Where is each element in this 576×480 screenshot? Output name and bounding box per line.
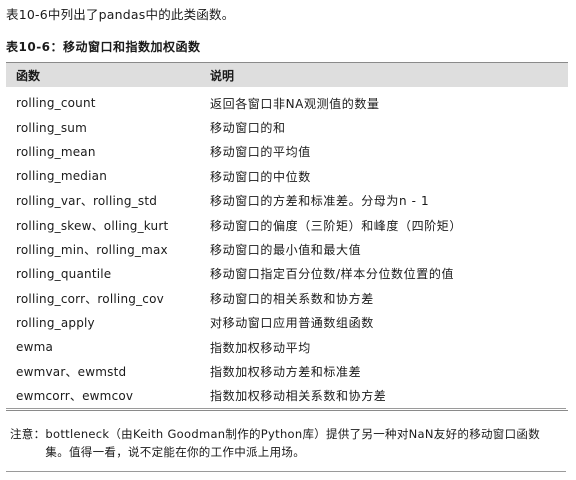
function-name-cell: ewmvar、ewmstd: [16, 364, 127, 379]
description-cell: 指数加权移动相关系数和协方差: [210, 389, 387, 404]
description-cell: 移动窗口的中位数: [210, 169, 311, 184]
functions-table: 函数 说明 rolling_count 返回各窗口非NA观测值的数量 rolling…: [6, 62, 568, 412]
table-row: rolling_count 返回各窗口非NA观测值的数量: [6, 91, 568, 115]
table-row: ewmvar、ewmstd 指数加权移动方差和标准差: [6, 359, 568, 383]
note-box: 注意： bottleneck（由Keith Goodman制作的Python库）…: [6, 408, 566, 472]
note-text: bottleneck（由Keith Goodman制作的Python库）提供了另…: [45, 427, 541, 459]
description-cell: 移动窗口的平均值: [210, 145, 311, 160]
function-name-cell: rolling_var、rolling_std: [16, 194, 158, 209]
table-row: rolling_skew、olling_kurt 移动窗口的偏度（三阶矩）和峰度（…: [6, 213, 568, 237]
description-cell: 返回各窗口非NA观测值的数量: [210, 96, 380, 111]
function-name-cell: ewmcorr、ewmcov: [16, 389, 134, 404]
table-row: rolling_sum 移动窗口的和: [6, 115, 568, 139]
header-description: 说明: [210, 68, 235, 83]
note-label: 注意：: [10, 427, 46, 441]
description-cell: 移动窗口的相关系数和协方差: [210, 291, 374, 306]
function-name-cell: rolling_count: [16, 96, 96, 111]
function-name-cell: rolling_quantile: [16, 266, 112, 281]
function-name-cell: rolling_corr、rolling_cov: [16, 291, 164, 306]
table-row: rolling_quantile 移动窗口指定百分位数/样本分位数位置的值: [6, 262, 568, 286]
function-name-cell: rolling_sum: [16, 120, 87, 135]
function-name-cell: rolling_median: [16, 169, 108, 184]
table-caption: 表10-6：移动窗口和指数加权函数: [6, 40, 201, 54]
function-name-cell: rolling_skew、olling_kurt: [16, 218, 169, 233]
description-cell: 指数加权移动平均: [210, 340, 311, 355]
table-row: rolling_min、rolling_max 移动窗口的最小值和最大值: [6, 237, 568, 261]
table-row: rolling_var、rolling_std 移动窗口的方差和标准差。分母为n …: [6, 189, 568, 213]
function-name-cell: ewma: [16, 340, 54, 355]
function-name-cell: rolling_mean: [16, 144, 96, 159]
table-row: ewma 指数加权移动平均: [6, 335, 568, 359]
table-row: rolling_mean 移动窗口的平均值: [6, 140, 568, 164]
table-header: 函数 说明: [6, 62, 568, 87]
description-cell: 移动窗口指定百分位数/样本分位数位置的值: [210, 267, 455, 282]
description-cell: 移动窗口的偏度（三阶矩）和峰度（四阶矩）: [210, 218, 463, 233]
description-cell: 移动窗口的方差和标准差。分母为n - 1: [210, 194, 430, 209]
table-row: ewmcorr、ewmcov 指数加权移动相关系数和协方差: [6, 384, 568, 408]
function-name-cell: rolling_apply: [16, 315, 95, 330]
description-cell: 对移动窗口应用普通数组函数: [210, 316, 374, 331]
table-body: rolling_count 返回各窗口非NA观测值的数量 rolling_sum 移动…: [6, 87, 568, 408]
description-cell: 指数加权移动方差和标准差: [210, 364, 362, 379]
table-row: rolling_corr、rolling_cov 移动窗口的相关系数和协方差: [6, 286, 568, 310]
intro-text: 表10-6中列出了pandas中的此类函数。: [6, 7, 235, 22]
function-name-cell: rolling_min、rolling_max: [16, 243, 168, 258]
table-row: rolling_median 移动窗口的中位数: [6, 164, 568, 188]
header-function: 函数: [16, 68, 41, 83]
table-row: rolling_apply 对移动窗口应用普通数组函数: [6, 311, 568, 335]
description-cell: 移动窗口的最小值和最大值: [210, 243, 362, 258]
description-cell: 移动窗口的和: [210, 121, 286, 136]
